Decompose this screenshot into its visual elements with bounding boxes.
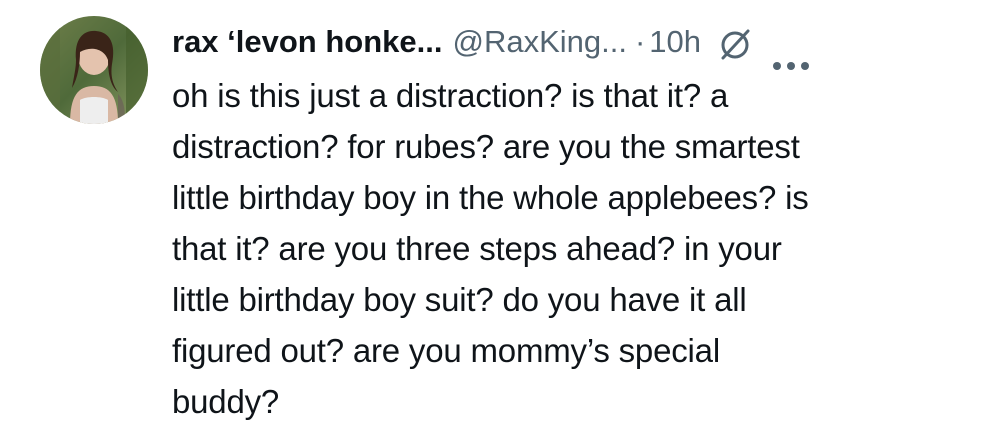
tweet-text: oh is this just a distraction? is that i… [172, 77, 809, 420]
display-name[interactable]: rax ‘levon honke... [172, 14, 442, 70]
avatar[interactable] [40, 16, 148, 124]
tweet: rax ‘levon honke... @RaxKing... · 10h oh… [0, 0, 1000, 447]
tweet-header: rax ‘levon honke... @RaxKing... · 10h [172, 14, 811, 70]
separator-dot: · [634, 24, 646, 59]
slashed-circle-icon[interactable] [717, 24, 753, 60]
avatar-image [40, 16, 148, 124]
timestamp[interactable]: 10h [649, 14, 701, 70]
more-options-icon[interactable] [771, 34, 811, 70]
user-handle[interactable]: @RaxKing... [452, 14, 626, 70]
